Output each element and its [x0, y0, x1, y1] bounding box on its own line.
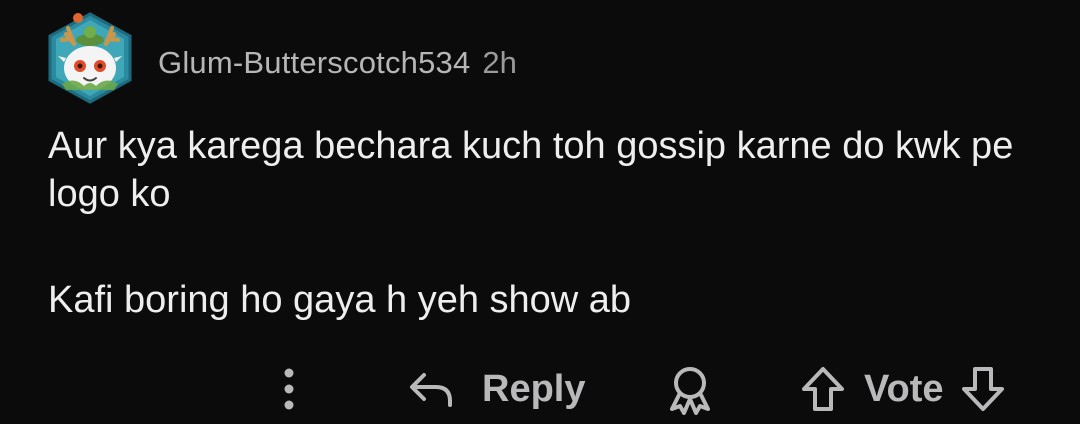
- username[interactable]: Glum-Butterscotch534: [158, 47, 470, 78]
- comment-paragraph: Aur kya karega bechara kuch toh gossip k…: [48, 125, 1014, 215]
- avatar-image: [48, 12, 132, 104]
- vote-label: Vote: [864, 367, 944, 410]
- vote-controls: Vote: [800, 358, 1006, 420]
- upvote-arrow-icon[interactable]: [800, 365, 846, 413]
- timestamp: 2h: [482, 44, 517, 80]
- comment-header: Glum-Butterscotch534 2h: [44, 10, 517, 104]
- reply-button[interactable]: Reply: [408, 358, 585, 420]
- comment-paragraph: Kafi boring ho gaya h yeh show ab: [48, 279, 632, 321]
- downvote-arrow-icon[interactable]: [960, 365, 1006, 413]
- comment-actions: Reply Vote: [0, 358, 1080, 420]
- comment-meta: Glum-Butterscotch534 2h: [158, 47, 517, 78]
- award-icon: [664, 363, 716, 415]
- reply-arrow-icon: [408, 369, 454, 409]
- avatar[interactable]: [44, 10, 136, 104]
- comment-body: Aur kya karega bechara kuch toh gossip k…: [48, 122, 1048, 324]
- comment: Glum-Butterscotch534 2h Aur kya karega b…: [0, 0, 1080, 424]
- award-button[interactable]: [664, 358, 716, 420]
- vertical-ellipsis-icon: [282, 367, 296, 411]
- reply-label: Reply: [482, 367, 586, 410]
- more-options-button[interactable]: [272, 358, 306, 420]
